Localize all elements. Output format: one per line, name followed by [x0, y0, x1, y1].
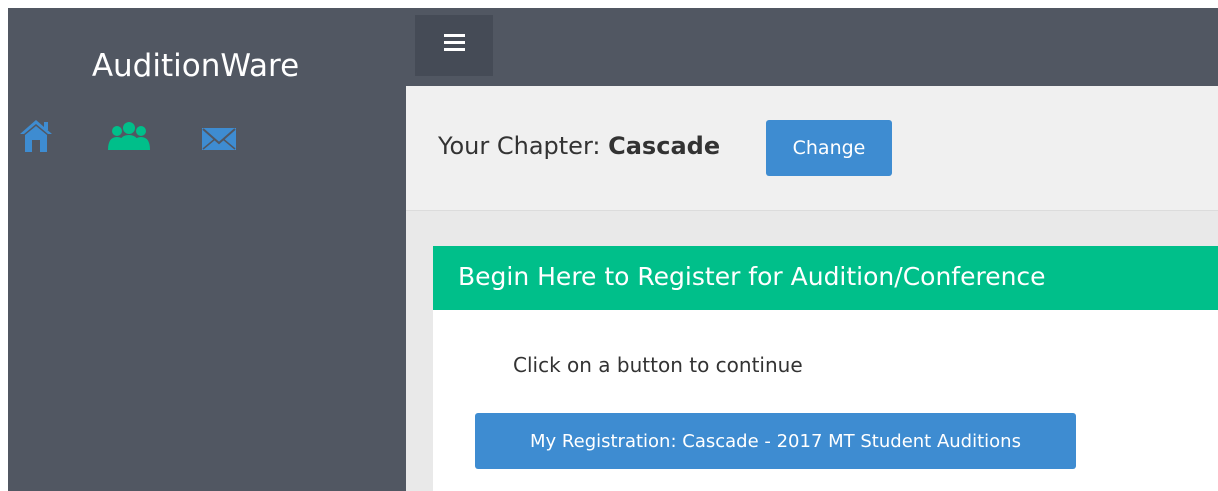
menu-bar-line: [444, 41, 465, 44]
mail-icon[interactable]: [200, 118, 238, 154]
my-registration-button[interactable]: My Registration: Cascade - 2017 MT Stude…: [475, 413, 1076, 469]
menu-bar-line: [444, 48, 465, 51]
chapter-label: Your Chapter: Cascade: [438, 130, 720, 162]
home-icon[interactable]: [20, 118, 52, 154]
menu-bar-line: [444, 34, 465, 37]
sidebar: AuditionWare: [8, 8, 406, 491]
chapter-name: Cascade: [608, 132, 721, 160]
main-content: Your Chapter: Cascade Change Begin Here …: [406, 86, 1218, 491]
chapter-prefix: Your Chapter:: [438, 132, 601, 160]
hamburger-menu-button[interactable]: [415, 15, 493, 76]
chapter-strip: Your Chapter: Cascade Change: [406, 86, 1218, 211]
brand-title[interactable]: AuditionWare: [8, 46, 383, 86]
panel-title: Begin Here to Register for Audition/Conf…: [458, 262, 1046, 291]
top-bar: [406, 8, 1218, 86]
panel-header: Begin Here to Register for Audition/Conf…: [433, 246, 1218, 310]
panel-instruction: Click on a button to continue: [513, 353, 803, 377]
change-chapter-button[interactable]: Change: [766, 120, 892, 176]
registration-panel: Begin Here to Register for Audition/Conf…: [433, 246, 1218, 491]
users-icon[interactable]: [107, 118, 151, 154]
